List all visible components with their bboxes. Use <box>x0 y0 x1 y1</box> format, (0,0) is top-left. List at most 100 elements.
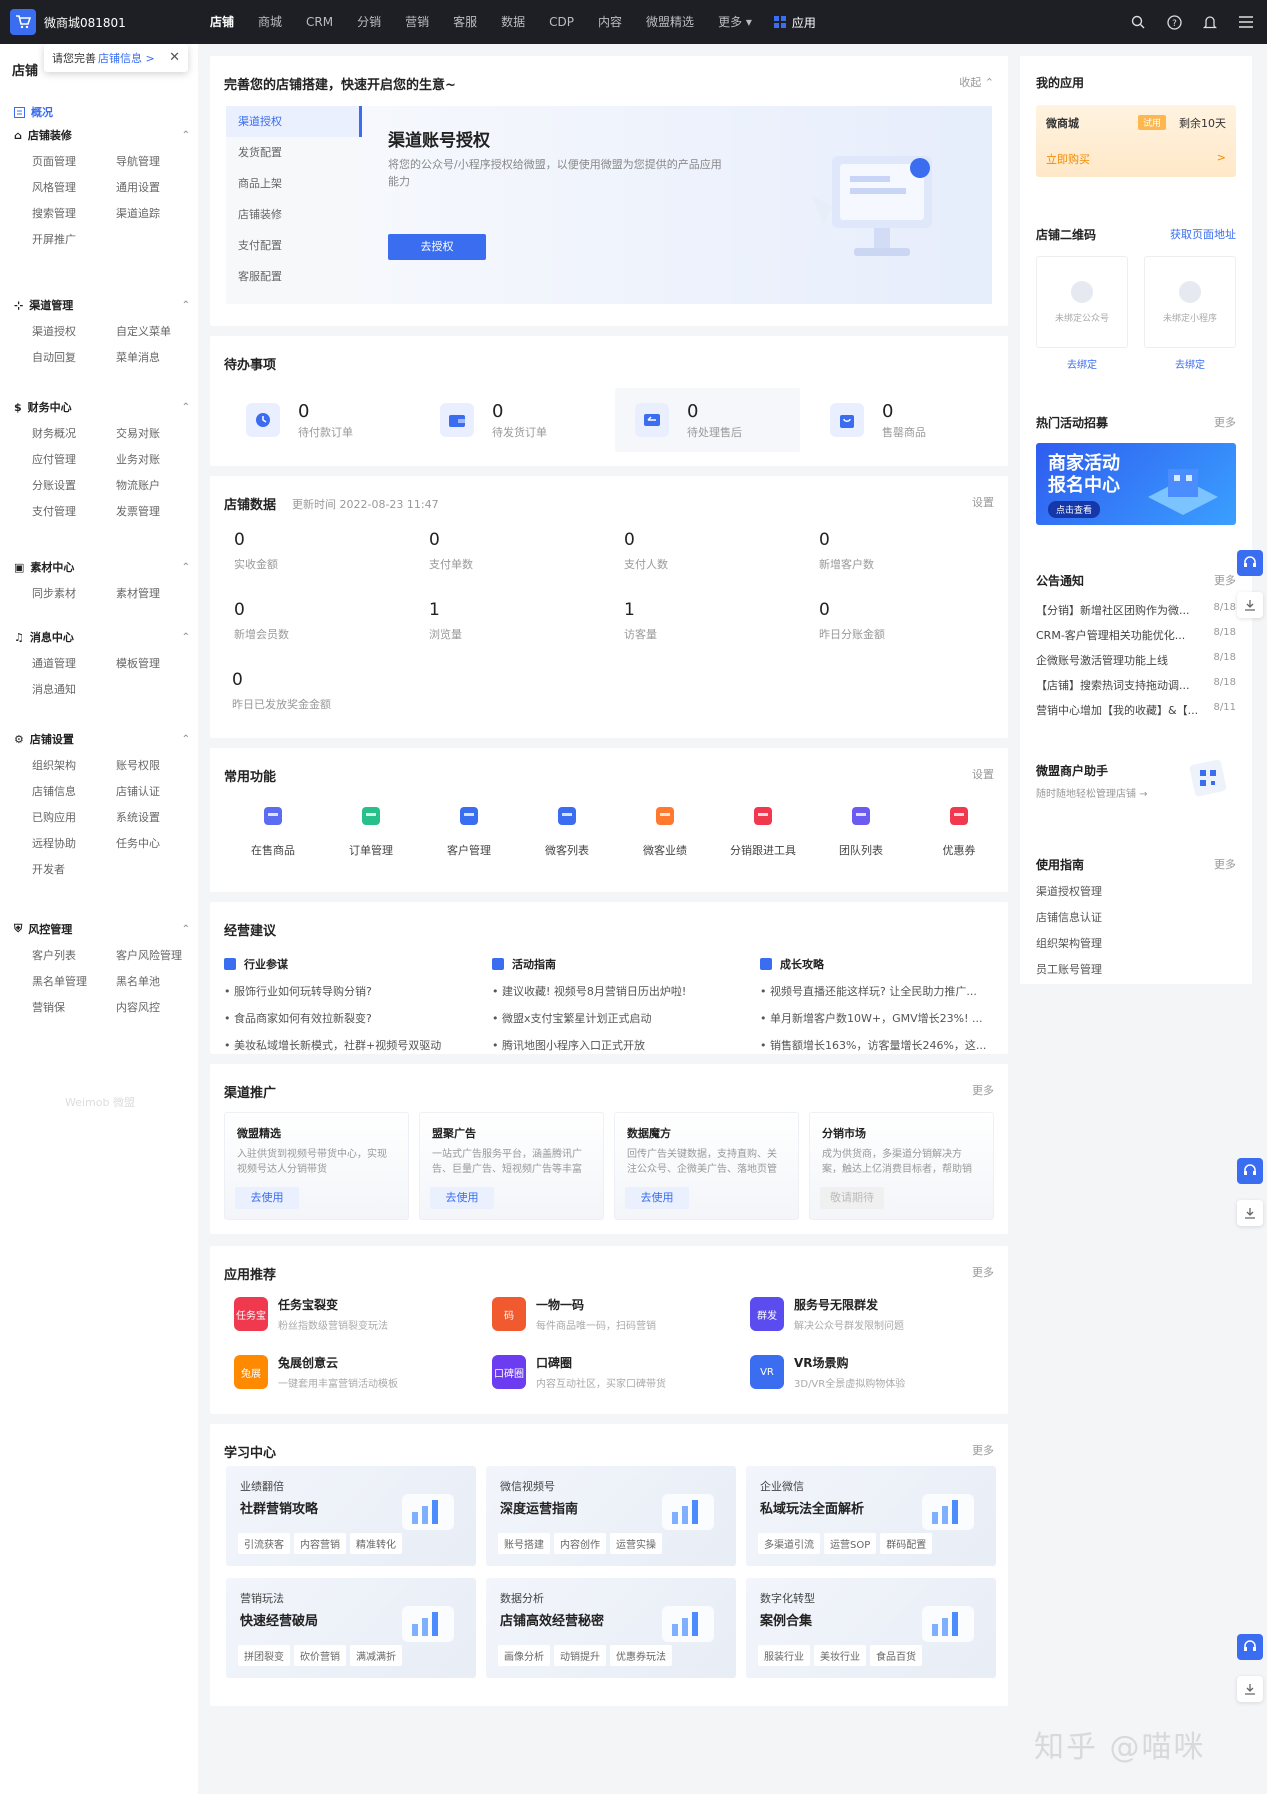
func-distribution-follow-tool[interactable]: 分销跟进工具 <box>714 798 812 858</box>
sidebar-item[interactable]: 已购应用 <box>32 810 116 826</box>
nav-more[interactable]: 更多 ▾ <box>706 0 764 44</box>
sidebar-item-overview[interactable]: 概况 <box>14 104 53 120</box>
app-word-of-mouth[interactable]: 口碑圈 口碑圈 内容互动社区，买家口碑带货 <box>492 1354 732 1390</box>
guide-link[interactable]: 店铺信息认证 <box>1036 909 1236 925</box>
sidebar-item[interactable]: 通用设置 <box>116 180 200 196</box>
app-vr-shopping[interactable]: VR VR场景购 3D/VR全景虚拟购物体验 <box>750 1354 990 1390</box>
course-community-marketing[interactable]: 业绩翻倍 社群营销攻略 引流获客 内容营销 精准转化 <box>226 1466 476 1566</box>
headset-icon[interactable] <box>1237 1634 1263 1660</box>
notice-item[interactable]: 【分销】新增社区团购作为微... 8/18 <box>1036 602 1236 618</box>
store-data-settings[interactable]: 设置 <box>972 494 994 510</box>
sidebar-item[interactable]: 账号权限 <box>116 758 200 774</box>
store-info-link[interactable]: 店铺信息 > <box>98 50 155 66</box>
sidebar-item[interactable]: 渠道授权 <box>32 324 116 340</box>
sidebar-item[interactable]: 黑名单池 <box>116 974 200 990</box>
advice-link[interactable]: • 视频号直播还能这样玩? 让全民助力推广... <box>760 983 996 999</box>
sidebar-item[interactable]: 客户列表 <box>32 948 116 964</box>
sidebar-item[interactable]: 物流账户 <box>116 478 200 494</box>
sidebar-item[interactable]: 客户风险管理 <box>116 948 200 964</box>
bind-official-account-link[interactable]: 去绑定 <box>1036 356 1128 371</box>
sidebar-item[interactable]: 营销保 <box>32 1000 116 1016</box>
sidebar-item[interactable]: 应付管理 <box>32 452 116 468</box>
menu-icon[interactable] <box>1237 13 1255 31</box>
sidebar-group-header[interactable]: ⌂ 店铺装修 ⌃ <box>14 126 190 144</box>
nav-service[interactable]: 客服 <box>441 0 489 44</box>
todo-aftersale[interactable]: 0 待处理售后 <box>615 388 800 452</box>
func-customer-management[interactable]: 客户管理 <box>420 798 518 858</box>
sidebar-group-header[interactable]: ⛨ 风控管理 ⌃ <box>14 920 190 938</box>
apps-more[interactable]: 更多 <box>972 1264 994 1280</box>
sidebar-item[interactable]: 页面管理 <box>32 154 116 170</box>
sidebar-item[interactable]: 风格管理 <box>32 180 116 196</box>
func-coupon[interactable]: 优惠券 <box>910 798 1008 858</box>
sidebar-group-header[interactable]: $ 财务中心 ⌃ <box>14 398 190 416</box>
app-task-fission[interactable]: 任务宝 任务宝裂变 粉丝指数级营销裂变玩法 <box>234 1296 474 1332</box>
use-button[interactable]: 去使用 <box>235 1187 299 1209</box>
sidebar-item[interactable]: 分账设置 <box>32 478 116 494</box>
advice-link[interactable]: • 销售额增长163%，访客量增长246%，这... <box>760 1037 996 1053</box>
advice-link[interactable]: • 微盟x支付宝繁星计划正式启动 <box>492 1010 732 1026</box>
step-payment[interactable]: 支付配置 <box>226 230 362 261</box>
download-icon[interactable] <box>1237 592 1263 618</box>
nav-store[interactable]: 店铺 <box>198 0 246 44</box>
search-icon[interactable] <box>1129 13 1147 31</box>
app-one-item-one-code[interactable]: 码 一物一码 每件商品唯一码，扫码营销 <box>492 1296 732 1332</box>
sidebar-group-header[interactable]: ⊹ 渠道管理 ⌃ <box>14 296 190 314</box>
sidebar-item[interactable]: 交易对账 <box>116 426 200 442</box>
course-digital-cases[interactable]: 数字化转型 案例合集 服装行业 美妆行业 食品百货 <box>746 1578 996 1678</box>
sidebar-item[interactable]: 黑名单管理 <box>32 974 116 990</box>
close-icon[interactable]: ✕ <box>169 50 180 65</box>
sidebar-item[interactable]: 任务中心 <box>116 836 200 852</box>
app-tuzhan-creative[interactable]: 兔展 兔展创意云 一键套用丰富营销活动模板 <box>234 1354 474 1390</box>
mall-app-card[interactable]: 微商城 试用 剩余10天 立即购买 > <box>1036 105 1236 177</box>
step-decoration[interactable]: 店铺装修 <box>226 199 362 230</box>
notice-item[interactable]: 【店铺】搜索热词支持拖动调... 8/18 <box>1036 677 1236 693</box>
notice-item[interactable]: 企微账号激活管理功能上线 8/18 <box>1036 652 1236 668</box>
sidebar-item[interactable]: 通道管理 <box>32 656 116 672</box>
course-marketing-play[interactable]: 营销玩法 快速经营破局 拼团裂变 砍价营销 满减满折 <box>226 1578 476 1678</box>
sidebar-item[interactable]: 财务概况 <box>32 426 116 442</box>
nav-crm[interactable]: CRM <box>294 0 345 44</box>
advice-link[interactable]: • 腾讯地图小程序入口正式开放 <box>492 1037 732 1053</box>
sidebar-item[interactable]: 自动回复 <box>32 350 116 366</box>
sidebar-item[interactable]: 消息通知 <box>32 682 116 698</box>
download-icon[interactable] <box>1237 1200 1263 1226</box>
promo-weimeng-select[interactable]: 微盟精选 入驻供货到视频号带货中心，实现视频号达人分销带货 去使用 <box>224 1112 409 1220</box>
advice-link[interactable]: • 单月新增客户数10W+，GMV增长23%! ... <box>760 1010 996 1026</box>
sidebar-item[interactable]: 组织架构 <box>32 758 116 774</box>
func-team-list[interactable]: 团队列表 <box>812 798 910 858</box>
step-products[interactable]: 商品上架 <box>226 168 362 199</box>
sidebar-item[interactable]: 模板管理 <box>116 656 200 672</box>
store-switcher[interactable]: 微商城081801 <box>0 9 198 35</box>
buy-now-link[interactable]: 立即购买 <box>1046 151 1090 167</box>
nav-distribution[interactable]: 分销 <box>345 0 393 44</box>
sidebar-item[interactable]: 系统设置 <box>116 810 200 826</box>
sidebar-item[interactable]: 发票管理 <box>116 504 200 520</box>
nav-mall[interactable]: 商城 <box>246 0 294 44</box>
headset-icon[interactable] <box>1237 550 1263 576</box>
promo-data-cube[interactable]: 数据魔方 回传广告关键数据，支持直购、关注公众号、企微美广告、落地页管理 去使用 <box>614 1112 799 1220</box>
collapse-button[interactable]: 收起 ⌃ <box>959 74 994 90</box>
course-wecom-private-domain[interactable]: 企业微信 私域玩法全面解析 多渠道引流 运营SOP 群码配置 <box>746 1466 996 1566</box>
bind-mini-program-link[interactable]: 去绑定 <box>1144 356 1236 371</box>
authorize-button[interactable]: 去授权 <box>388 234 486 260</box>
apps-button[interactable]: 应用 <box>773 14 816 31</box>
step-channel-auth[interactable]: 渠道授权 <box>226 106 362 137</box>
hot-activity-more[interactable]: 更多 <box>1214 414 1236 430</box>
banner-button[interactable]: 点击查看 <box>1048 501 1101 518</box>
sidebar-item[interactable]: 店铺认证 <box>116 784 200 800</box>
sidebar-item[interactable]: 素材管理 <box>116 586 200 602</box>
sidebar-item[interactable]: 店铺信息 <box>32 784 116 800</box>
nav-marketing[interactable]: 营销 <box>393 0 441 44</box>
advice-link[interactable]: • 食品商家如何有效拉新裂变? <box>224 1010 494 1026</box>
advice-link[interactable]: • 服饰行业如何玩转导购分销? <box>224 983 494 999</box>
notice-item[interactable]: 营销中心增加【我的收藏】&【... 8/11 <box>1036 702 1236 718</box>
nav-data[interactable]: 数据 <box>489 0 537 44</box>
advice-link[interactable]: • 美妆私域增长新模式，社群+视频号双驱动 <box>224 1037 494 1053</box>
activity-banner[interactable]: 商家活动 报名中心 点击查看 <box>1036 443 1236 525</box>
bell-icon[interactable] <box>1201 13 1219 31</box>
func-on-sale-products[interactable]: 在售商品 <box>224 798 322 858</box>
nav-weimeng-select[interactable]: 微盟精选 <box>634 0 706 44</box>
assistant-section[interactable]: 微盟商户助手 随时随地轻松管理店铺 → <box>1036 759 1236 800</box>
step-service[interactable]: 客服配置 <box>226 261 362 292</box>
